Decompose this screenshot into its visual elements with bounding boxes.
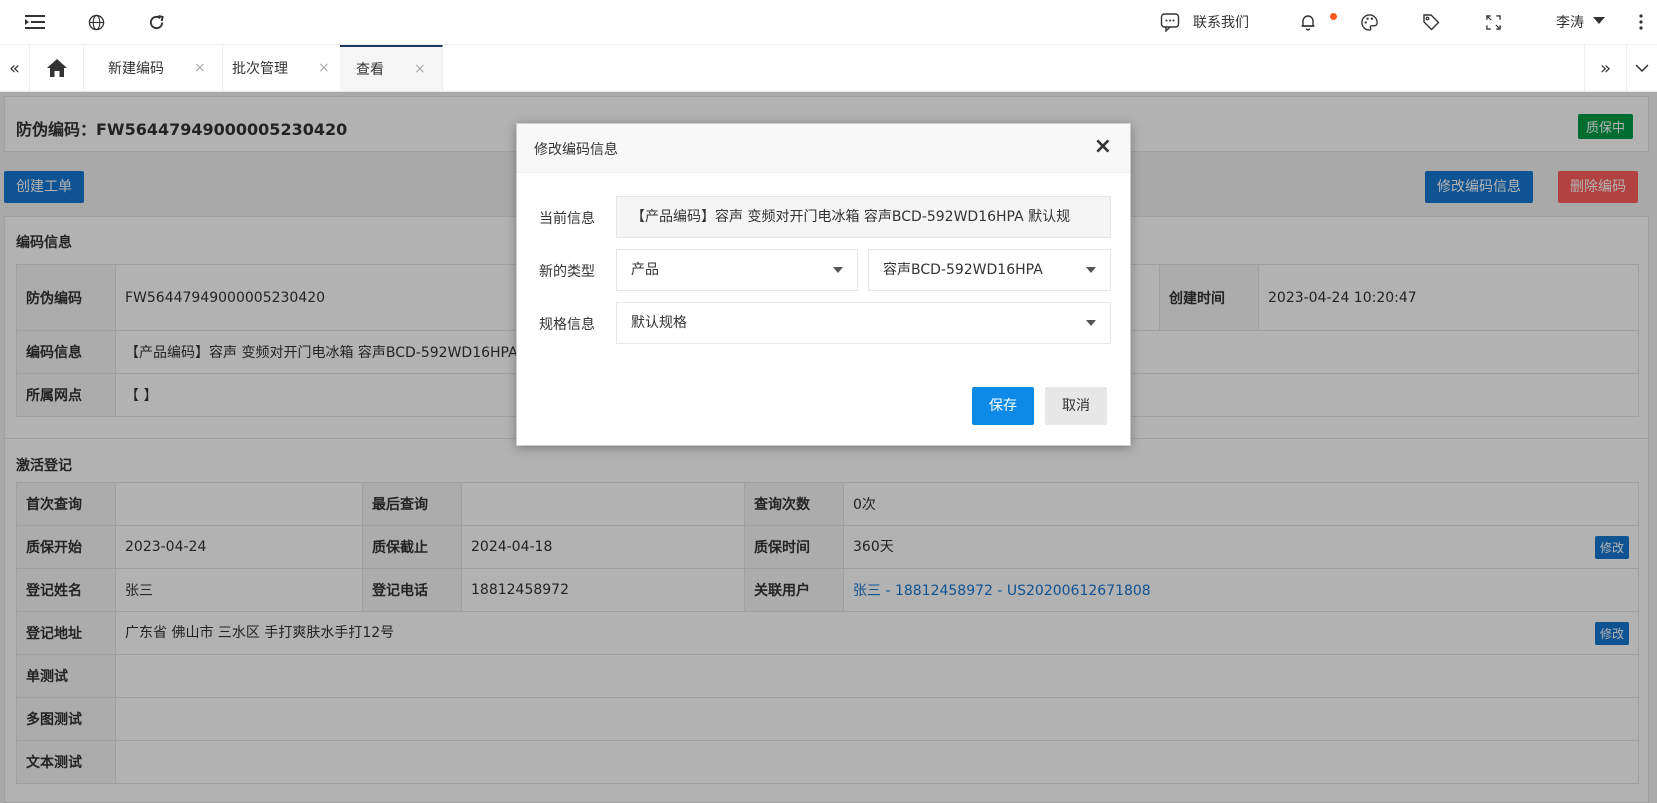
dialog-title: 修改编码信息 bbox=[534, 142, 618, 158]
current-info-field: 【产品编码】容声 变频对开门电冰箱 容声BCD-592WD16HPA 默认规 bbox=[616, 196, 1111, 238]
tab-home[interactable] bbox=[30, 45, 84, 91]
new-type-row: 新的类型 产品 容声BCD-592WD16HPA bbox=[517, 249, 1132, 291]
product-select-value: 容声BCD-592WD16HPA bbox=[883, 262, 1043, 278]
chevron-down-icon bbox=[1086, 320, 1096, 326]
tab-bar: « 新建编码 × 批次管理 × 查看 × » bbox=[0, 45, 1657, 92]
tab-close-icon[interactable]: × bbox=[318, 60, 330, 76]
user-name[interactable]: 李涛 bbox=[1556, 12, 1584, 32]
bell-icon[interactable] bbox=[1297, 11, 1319, 33]
tab-label: 查看 bbox=[356, 62, 384, 78]
contact-us-link[interactable]: 联系我们 bbox=[1193, 12, 1249, 32]
tab-close-icon[interactable]: × bbox=[194, 60, 206, 76]
tab-close-icon[interactable]: × bbox=[414, 61, 426, 77]
tab-scroll-right-icon[interactable]: » bbox=[1584, 45, 1627, 91]
tab-label: 批次管理 bbox=[232, 61, 288, 77]
dialog-header: 修改编码信息 × bbox=[517, 124, 1130, 173]
save-button[interactable]: 保存 bbox=[972, 387, 1034, 425]
tab-scroll-left-icon[interactable]: « bbox=[0, 45, 30, 91]
spec-select-value: 默认规格 bbox=[631, 315, 687, 331]
current-info-label: 当前信息 bbox=[539, 211, 595, 227]
menu-collapse-icon[interactable] bbox=[24, 11, 46, 33]
tab-batch-manage[interactable]: 批次管理 × bbox=[216, 45, 347, 91]
type-select[interactable]: 产品 bbox=[616, 249, 858, 291]
tab-label: 新建编码 bbox=[108, 61, 164, 77]
chevron-down-icon bbox=[1086, 267, 1096, 273]
type-select-value: 产品 bbox=[631, 262, 659, 278]
product-select[interactable]: 容声BCD-592WD16HPA bbox=[868, 249, 1111, 291]
home-icon bbox=[46, 59, 67, 77]
chevron-down-icon bbox=[833, 267, 843, 273]
cancel-button[interactable]: 取消 bbox=[1045, 387, 1107, 425]
close-icon[interactable]: × bbox=[1094, 134, 1112, 159]
chat-icon[interactable] bbox=[1159, 11, 1181, 33]
user-dropdown-icon[interactable] bbox=[1593, 17, 1605, 24]
tab-new-code[interactable]: 新建编码 × bbox=[92, 45, 223, 91]
spec-select[interactable]: 默认规格 bbox=[616, 302, 1111, 344]
refresh-icon[interactable] bbox=[145, 11, 167, 33]
globe-icon[interactable] bbox=[85, 11, 107, 33]
spec-label: 规格信息 bbox=[539, 317, 595, 333]
edit-code-dialog: 修改编码信息 × 当前信息 【产品编码】容声 变频对开门电冰箱 容声BCD-59… bbox=[516, 123, 1131, 446]
tag-icon[interactable] bbox=[1420, 11, 1442, 33]
tab-view[interactable]: 查看 × bbox=[340, 45, 443, 91]
top-header: 联系我们 李涛 bbox=[0, 0, 1657, 45]
more-vertical-icon[interactable] bbox=[1630, 11, 1652, 33]
tab-menu-chevron-icon[interactable] bbox=[1627, 45, 1657, 91]
notification-dot bbox=[1330, 13, 1337, 20]
theme-palette-icon[interactable] bbox=[1358, 11, 1380, 33]
current-info-row: 当前信息 【产品编码】容声 变频对开门电冰箱 容声BCD-592WD16HPA … bbox=[517, 196, 1132, 238]
fullscreen-icon[interactable] bbox=[1482, 11, 1504, 33]
spec-row: 规格信息 默认规格 bbox=[517, 302, 1132, 344]
new-type-label: 新的类型 bbox=[539, 264, 595, 280]
